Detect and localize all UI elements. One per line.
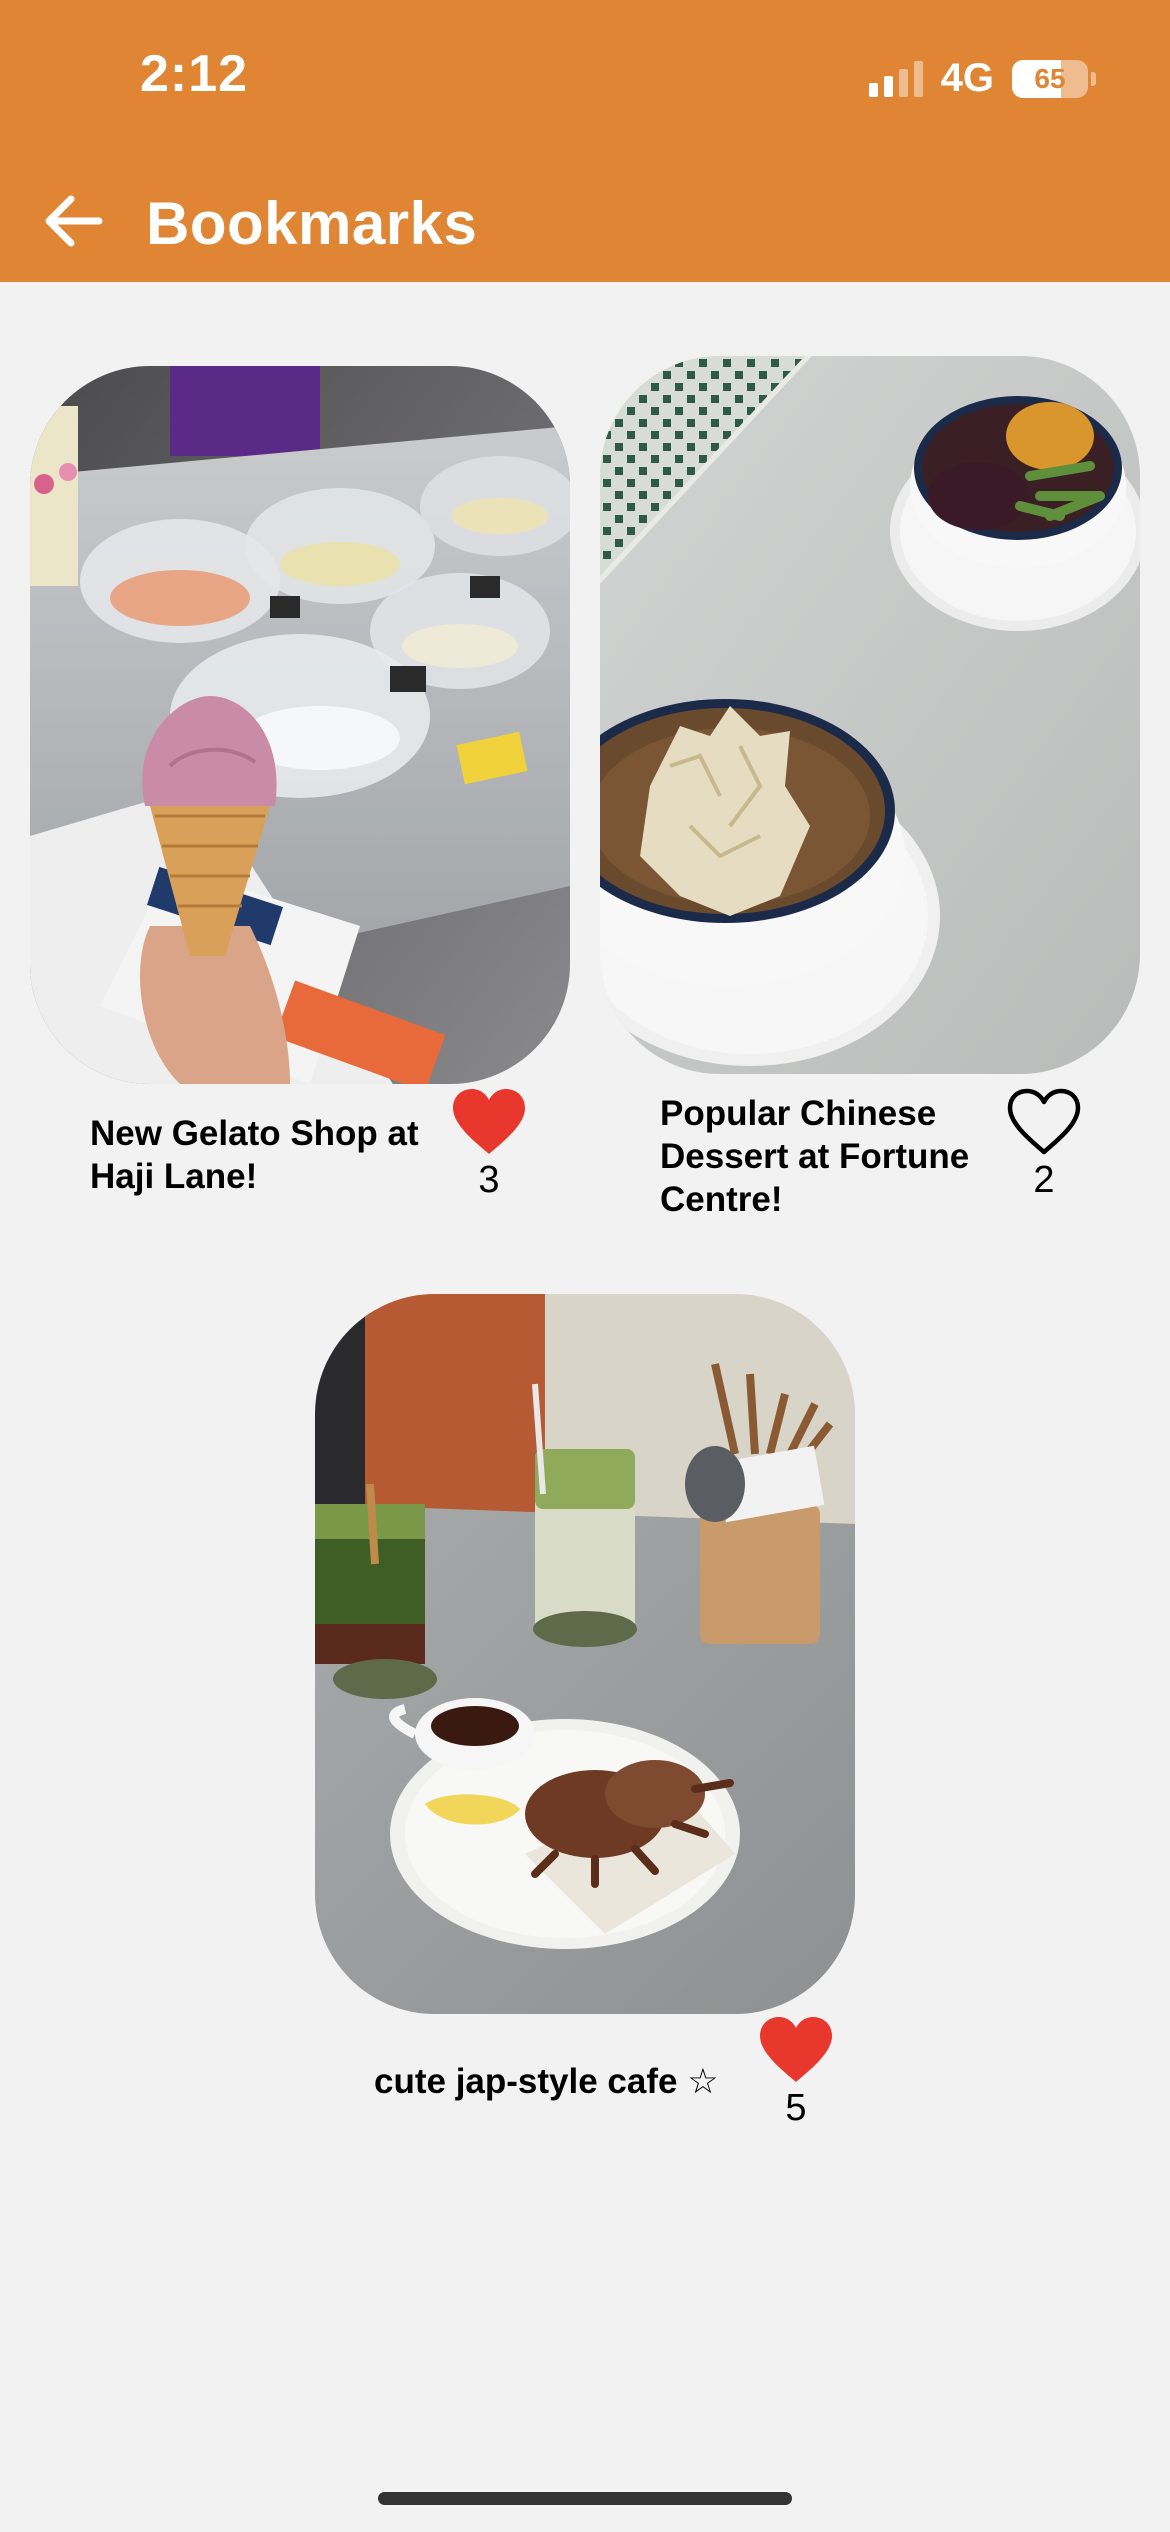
heart-filled-icon[interactable] bbox=[449, 1086, 529, 1158]
bookmark-image-chinese-dessert[interactable] bbox=[600, 356, 1140, 1074]
like-group-chinese-dessert: 2 bbox=[999, 1086, 1089, 1200]
home-indicator[interactable] bbox=[378, 2492, 792, 2505]
network-type: 4G bbox=[940, 56, 994, 100]
battery-icon: 65 bbox=[1012, 59, 1096, 98]
heart-outline-icon[interactable] bbox=[1004, 1086, 1084, 1158]
like-count-gelato: 3 bbox=[478, 1159, 500, 1201]
signal-icon bbox=[868, 60, 923, 97]
bookmark-title-gelato[interactable]: New Gelato Shop at Haji Lane! bbox=[90, 1112, 470, 1198]
app-header: 2:12 4G 65 Bookmarks bbox=[0, 0, 1170, 282]
bookmark-image-gelato[interactable] bbox=[30, 366, 570, 1084]
bookmark-image-cafe[interactable] bbox=[315, 1294, 855, 2014]
chinese-dessert-photo bbox=[600, 356, 1140, 1074]
bookmark-title-chinese-dessert[interactable]: Popular Chinese Dessert at Fortune Centr… bbox=[660, 1092, 1020, 1221]
like-count-cafe: 5 bbox=[785, 2087, 807, 2129]
page-title: Bookmarks bbox=[146, 190, 478, 257]
like-group-gelato: 3 bbox=[444, 1086, 534, 1200]
bookmark-title-cafe[interactable]: cute jap-style cafe ☆ bbox=[374, 2060, 774, 2103]
arrow-left-icon bbox=[45, 195, 103, 247]
back-button[interactable] bbox=[38, 186, 108, 256]
gelato-photo bbox=[30, 366, 570, 1084]
like-count-chinese-dessert: 2 bbox=[1033, 1159, 1055, 1201]
like-group-cafe: 5 bbox=[751, 2014, 841, 2128]
heart-filled-icon[interactable] bbox=[756, 2014, 836, 2086]
status-time: 2:12 bbox=[140, 45, 249, 103]
status-indicators: 4G 65 bbox=[868, 56, 1096, 101]
matcha-cafe-photo bbox=[315, 1294, 855, 2014]
battery-level: 65 bbox=[1034, 62, 1066, 94]
